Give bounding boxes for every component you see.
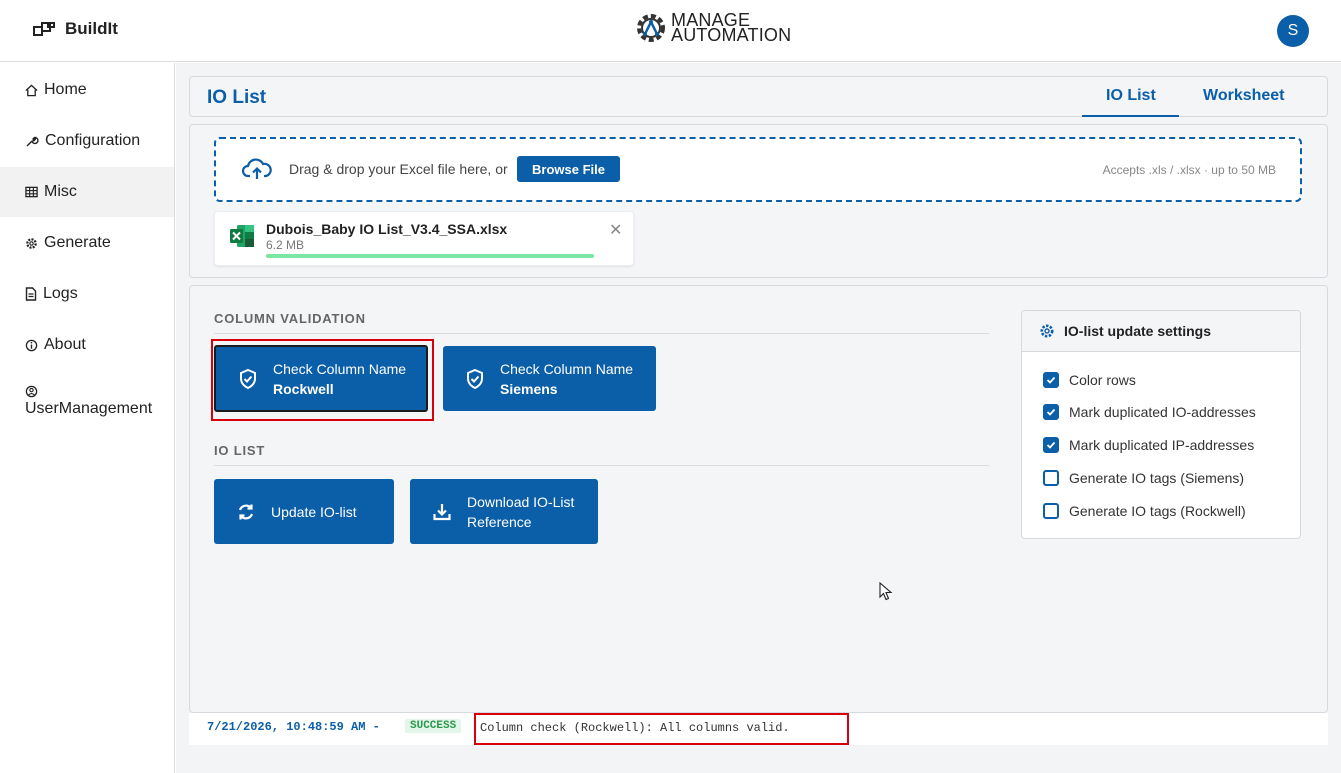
button-line-2: Reference bbox=[467, 513, 532, 530]
check-icon bbox=[1046, 441, 1056, 449]
sidebar-item-home[interactable]: Home bbox=[0, 79, 174, 101]
update-io-list-button[interactable]: Update IO-list bbox=[214, 479, 394, 544]
settings-title: IO-list update settings bbox=[1064, 323, 1212, 339]
page-title: IO List bbox=[207, 87, 267, 108]
checkbox-checked[interactable] bbox=[1043, 372, 1059, 388]
option-color-rows[interactable]: Color rows bbox=[1043, 372, 1136, 388]
sidebar-item-generate[interactable]: Generate bbox=[0, 232, 174, 254]
shield-check-icon bbox=[467, 368, 483, 389]
buildit-logo-icon bbox=[33, 22, 55, 36]
sidebar-item-about[interactable]: About bbox=[0, 334, 174, 356]
drop-instructions: Drag & drop your Excel file here, or bbox=[289, 161, 508, 177]
section-divider bbox=[214, 465, 989, 466]
refresh-icon bbox=[238, 504, 254, 519]
column-validation-heading: COLUMN VALIDATION bbox=[214, 311, 366, 326]
upload-progress-fill bbox=[266, 254, 594, 258]
file-size: 6.2 MB bbox=[266, 238, 305, 252]
excel-file-icon bbox=[230, 225, 254, 247]
button-line-1: Update IO-list bbox=[271, 503, 357, 520]
sidebar-item-label: Home bbox=[44, 81, 87, 98]
option-generate-tags-rockwell[interactable]: Generate IO tags (Rockwell) bbox=[1043, 503, 1246, 519]
option-label: Generate IO tags (Rockwell) bbox=[1069, 503, 1246, 519]
button-line-1: Download IO-List bbox=[467, 493, 575, 510]
log-message: Column check (Rockwell): All columns val… bbox=[474, 713, 849, 745]
log-timestamp: 7/21/2026, 10:48:59 AM - bbox=[207, 720, 380, 734]
shield-check-icon bbox=[240, 368, 256, 389]
mouse-cursor-icon bbox=[879, 582, 893, 601]
logo-line-2: AUTOMATION bbox=[671, 25, 792, 45]
accepted-formats: Accepts .xls / .xlsx · up to 50 MB bbox=[1102, 163, 1276, 177]
settings-header: IO-list update settings bbox=[1022, 311, 1300, 352]
sidebar-item-label: Generate bbox=[44, 234, 111, 251]
main-content: IO List IO List Worksheet Drag & drop yo… bbox=[176, 63, 1341, 773]
check-icon bbox=[1046, 376, 1056, 384]
option-label: Mark duplicated IP-addresses bbox=[1069, 437, 1255, 453]
button-line-2: Siemens bbox=[500, 380, 558, 397]
download-icon bbox=[433, 503, 451, 520]
sidebar-item-configuration[interactable]: Configuration bbox=[0, 130, 174, 152]
status-badge: SUCCESS bbox=[405, 719, 462, 733]
info-icon bbox=[25, 339, 38, 351]
sidebar-item-label: Misc bbox=[44, 183, 77, 200]
download-io-list-reference-button[interactable]: Download IO-List Reference bbox=[410, 479, 598, 544]
app-header: BuildIt MANAGE AUTOMATION S bbox=[0, 0, 1341, 62]
active-tab-indicator bbox=[1082, 115, 1179, 117]
option-label: Generate IO tags (Siemens) bbox=[1069, 470, 1245, 486]
option-mark-duplicated-io[interactable]: Mark duplicated IO-addresses bbox=[1043, 404, 1256, 420]
page-header: IO List IO List Worksheet bbox=[189, 76, 1328, 117]
manage-automation-logo: MANAGE AUTOMATION bbox=[633, 10, 791, 46]
checkbox-checked[interactable] bbox=[1043, 404, 1059, 420]
gear-logo-icon bbox=[637, 14, 665, 42]
file-name: Dubois_Baby IO List_V3.4_SSA.xlsx bbox=[266, 221, 508, 237]
user-circle-icon bbox=[25, 385, 38, 398]
option-label: Color rows bbox=[1069, 372, 1136, 388]
gear-icon bbox=[26, 237, 37, 249]
io-list-heading: IO LIST bbox=[214, 443, 266, 458]
checkbox-checked[interactable] bbox=[1043, 437, 1059, 453]
upload-section: Drag & drop your Excel file here, or Bro… bbox=[189, 124, 1328, 278]
io-list-update-settings-panel: IO-list update settings Color rows Mark … bbox=[1021, 310, 1301, 539]
file-dropzone[interactable]: Drag & drop your Excel file here, or Bro… bbox=[214, 137, 1302, 202]
log-output: 7/21/2026, 10:48:59 AM - SUCCESS Column … bbox=[189, 713, 1328, 745]
table-icon bbox=[25, 186, 38, 198]
check-icon bbox=[1046, 408, 1056, 416]
check-column-rockwell-button[interactable]: Check Column Name Rockwell bbox=[214, 345, 428, 412]
gear-icon bbox=[1040, 324, 1054, 338]
checkbox-unchecked[interactable] bbox=[1043, 470, 1059, 486]
option-label: Mark duplicated IO-addresses bbox=[1069, 404, 1256, 420]
cloud-upload-icon bbox=[242, 158, 272, 179]
sidebar-item-label: Configuration bbox=[45, 132, 141, 149]
uploaded-file-card: Dubois_Baby IO List_V3.4_SSA.xlsx 6.2 MB… bbox=[214, 211, 634, 266]
checkbox-unchecked[interactable] bbox=[1043, 503, 1059, 519]
button-line-1: Check Column Name bbox=[273, 360, 407, 377]
tab-worksheet[interactable]: Worksheet bbox=[1203, 87, 1285, 105]
sidebar-item-label: UserManagement bbox=[25, 400, 153, 417]
tools-section: COLUMN VALIDATION Check Column Name Rock… bbox=[189, 285, 1328, 713]
remove-file-close-icon[interactable]: ✕ bbox=[609, 220, 622, 240]
home-icon bbox=[25, 84, 38, 96]
app-name: BuildIt bbox=[65, 19, 118, 38]
upload-progress-bar bbox=[266, 254, 594, 258]
section-divider bbox=[214, 333, 989, 334]
sidebar-item-label: Logs bbox=[43, 285, 78, 302]
button-line-2: Rockwell bbox=[273, 380, 334, 397]
option-generate-tags-siemens[interactable]: Generate IO tags (Siemens) bbox=[1043, 470, 1244, 486]
option-mark-duplicated-ip[interactable]: Mark duplicated IP-addresses bbox=[1043, 437, 1254, 453]
document-icon bbox=[25, 287, 37, 301]
browse-file-button[interactable]: Browse File bbox=[517, 156, 620, 182]
tab-io-list[interactable]: IO List bbox=[1106, 87, 1156, 105]
sidebar: Home Configuration Misc Generate Logs Ab… bbox=[0, 63, 175, 773]
check-column-siemens-button[interactable]: Check Column Name Siemens bbox=[443, 346, 656, 411]
wrench-icon bbox=[26, 136, 39, 147]
user-avatar[interactable]: S bbox=[1277, 15, 1309, 47]
button-line-1: Check Column Name bbox=[500, 360, 634, 377]
brand[interactable]: BuildIt bbox=[33, 19, 118, 39]
sidebar-item-misc[interactable]: Misc bbox=[0, 167, 174, 217]
sidebar-item-logs[interactable]: Logs bbox=[0, 283, 174, 305]
sidebar-item-label: About bbox=[44, 336, 86, 353]
sidebar-item-usermanagement[interactable]: UserManagement bbox=[0, 385, 174, 429]
